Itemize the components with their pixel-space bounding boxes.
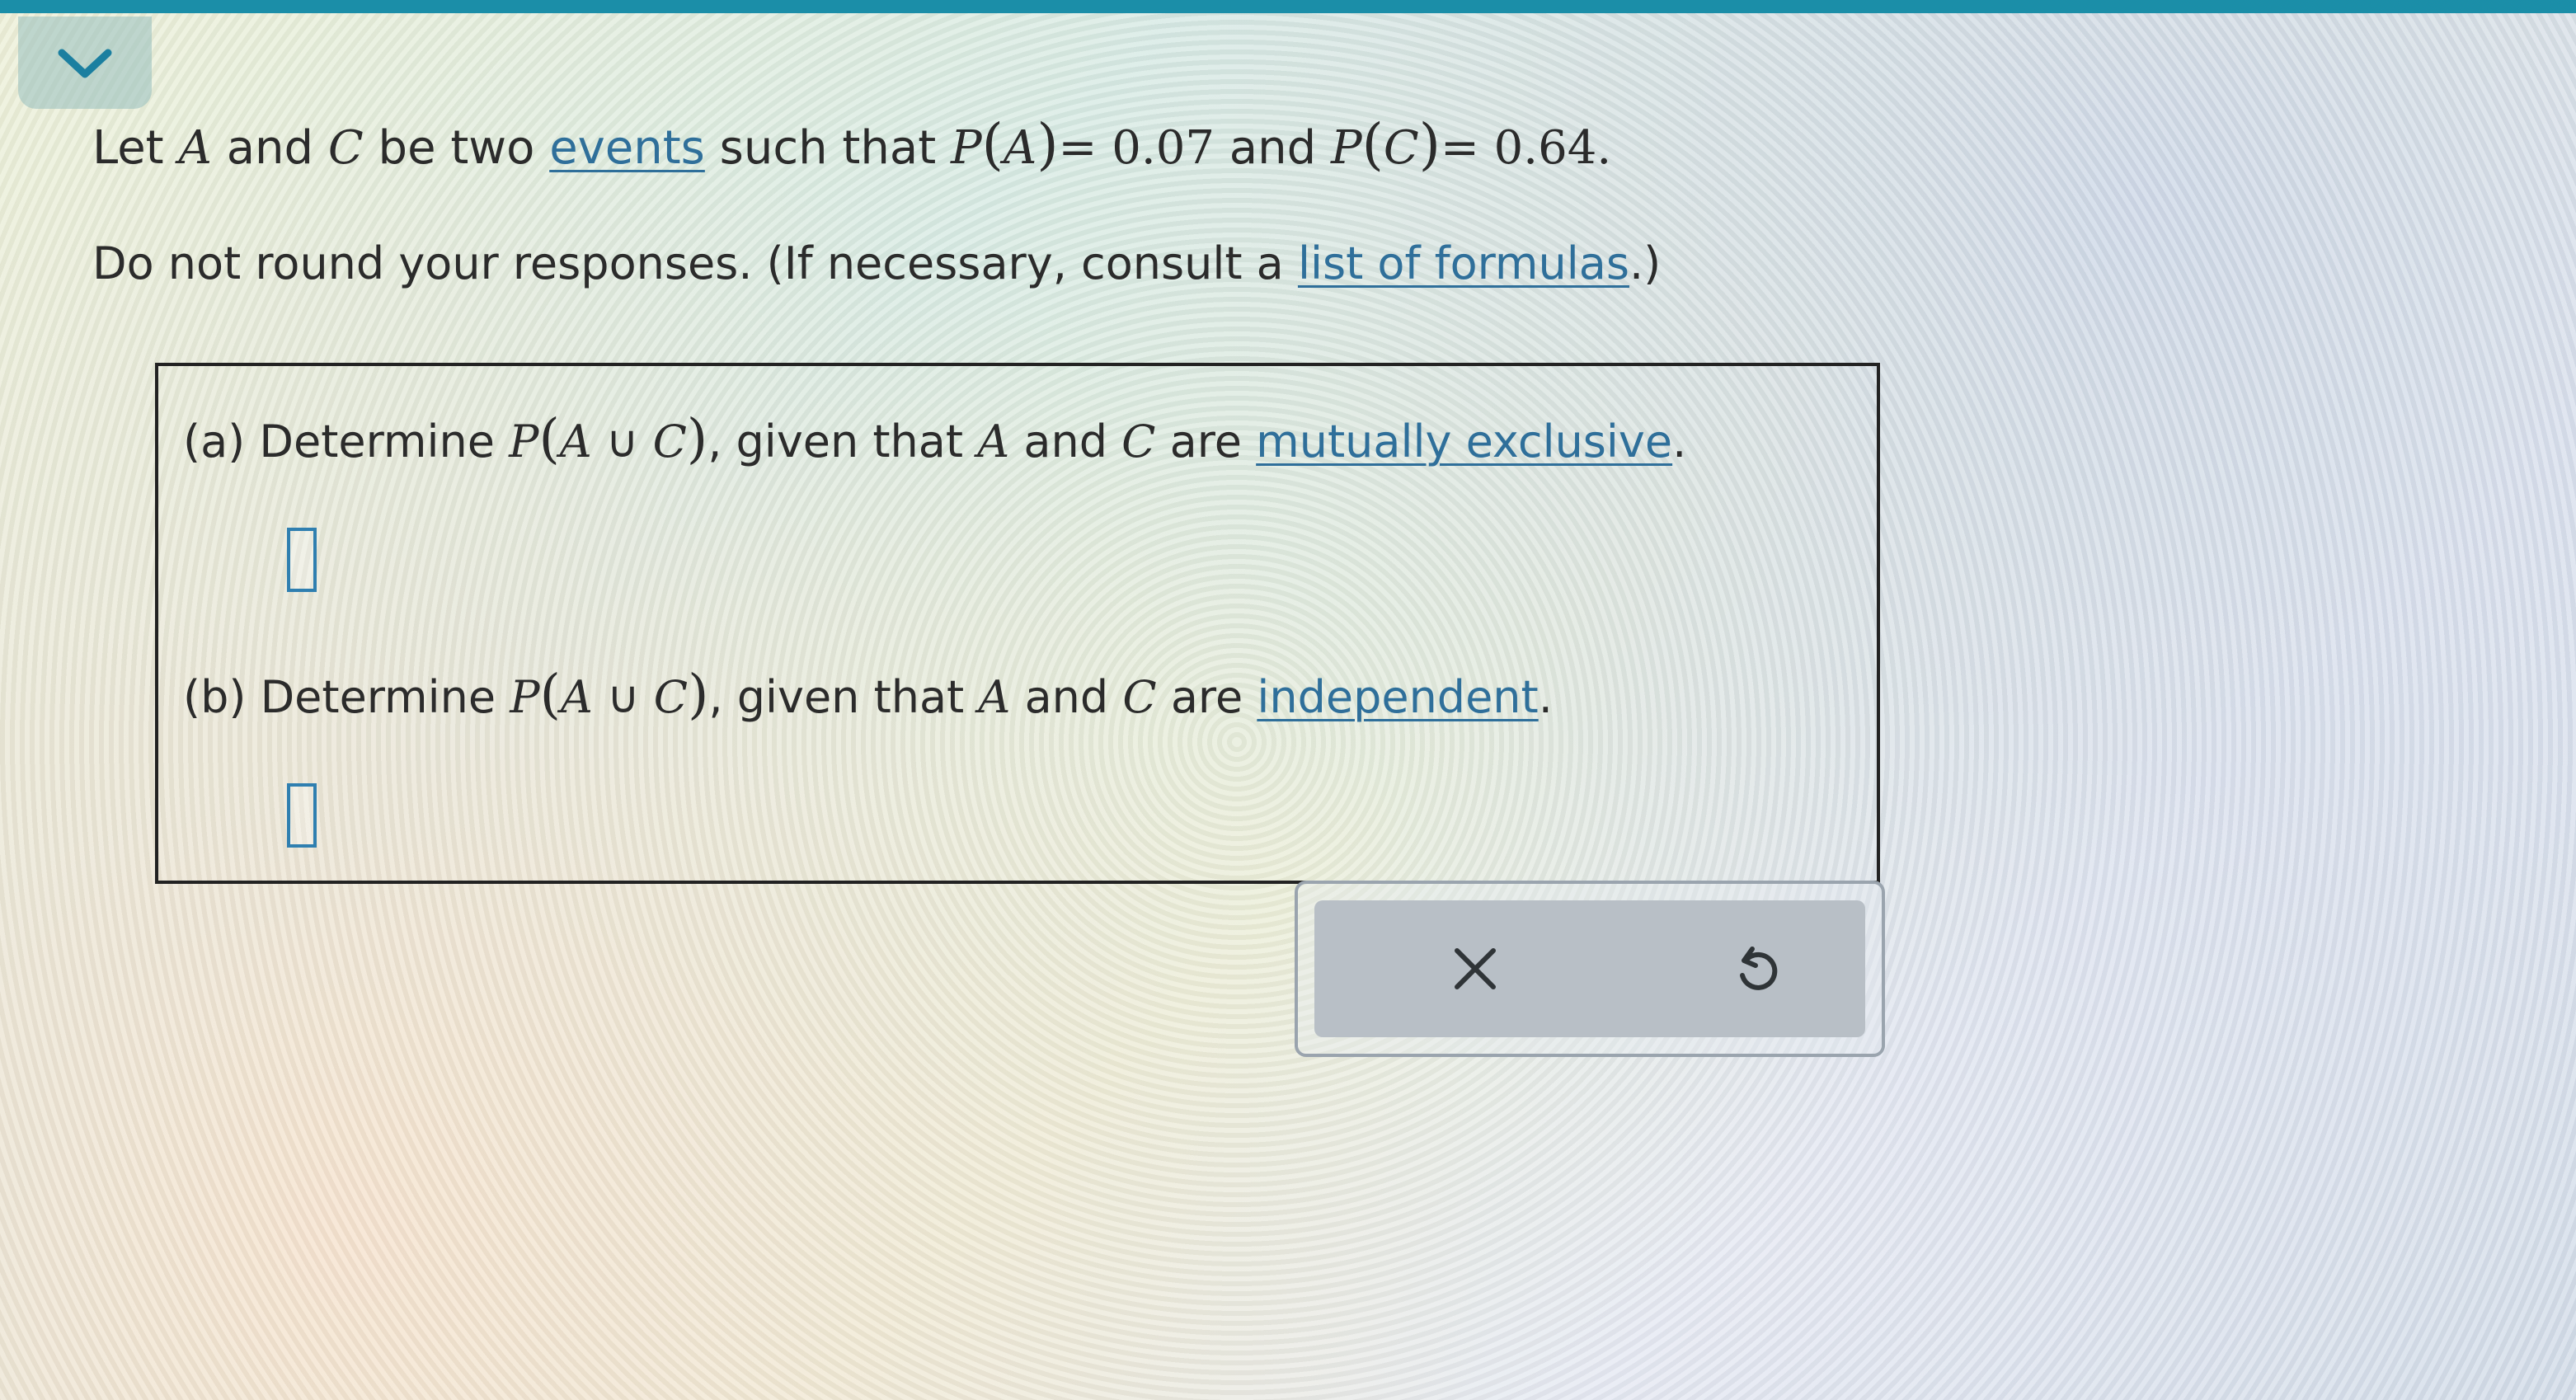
part-a-given-that: , given that [707,416,964,467]
intro-such-that: such that [719,121,937,175]
clear-button[interactable] [1438,932,1512,1006]
prob-a-value: = 0.07 [1058,121,1215,175]
close-icon [1455,948,1496,989]
part-a-union-c: C [652,416,687,467]
part-b-union-c: C [653,671,689,723]
answer-input-b[interactable] [287,783,317,848]
collapse-toggle-button[interactable] [18,16,152,109]
intro-let: Let [92,121,164,175]
paren-close: ) [688,664,709,726]
union-symbol: ∪ [605,416,639,467]
part-a-var-a: A [977,416,1010,467]
undo-button[interactable] [1718,932,1793,1006]
instruction-suffix: .) [1629,237,1662,289]
prob-a-var: A [1003,121,1037,175]
prob-c-p: P [1330,121,1362,175]
part-b-var-a: A [978,671,1011,723]
prob-c-var: C [1383,121,1419,175]
part-a-var-c: C [1121,416,1156,467]
intro-and: and [226,121,314,175]
intro-and-2: and [1229,121,1317,175]
part-a-p: P [509,416,539,467]
paren-close: ) [686,408,708,470]
answer-input-a[interactable] [287,528,317,592]
top-accent-bar [0,0,2576,13]
undo-icon [1740,947,1778,990]
part-b-union-a: A [560,671,593,723]
action-button-group [1314,900,1865,1037]
part-a-period: . [1672,416,1687,467]
part-a-prompt: (a) Determine P(A ∪ C), given that A and… [183,409,1686,475]
question-box: (a) Determine P(A ∪ C), given that A and… [155,363,1880,884]
part-b-prompt: (b) Determine P(A ∪ C), given that A and… [183,665,1553,731]
part-b-determine: Determine [260,671,496,723]
chevron-down-icon [58,49,112,78]
mutually-exclusive-link[interactable]: mutually exclusive [1256,416,1672,467]
part-b-var-c: C [1122,671,1157,723]
part-b-label: (b) [183,671,247,723]
list-of-formulas-link[interactable]: list of formulas [1298,237,1629,289]
part-a-determine: Determine [259,416,495,467]
part-b-and: and [1024,671,1109,723]
paren-open: ( [538,408,560,470]
events-link[interactable]: events [549,121,705,175]
union-symbol: ∪ [607,671,640,723]
answer-action-panel [1295,881,1885,1057]
independent-link[interactable]: independent [1257,671,1538,723]
math-var-c: C [327,121,364,175]
part-a-and: and [1023,416,1107,467]
part-a-union-a: A [559,416,592,467]
part-b-period: . [1538,671,1553,723]
instruction-text: Do not round your responses. (If necessa… [92,231,1661,297]
paren-open: ( [981,112,1004,176]
paren-open: ( [1361,112,1384,176]
prob-c-value: = 0.64. [1440,121,1612,175]
part-b-are: are [1170,671,1243,723]
problem-intro: Let A and C be two events such that P(A)… [92,115,1611,181]
part-b-p: P [510,671,540,723]
part-a-are: are [1169,416,1242,467]
paren-close: ) [1037,112,1059,176]
intro-be-two: be two [378,121,535,175]
instruction-body: Do not round your responses. (If necessa… [92,237,1284,289]
part-b-given-that: , given that [708,671,965,723]
part-a-label: (a) [183,416,246,467]
prob-a-p: P [950,121,982,175]
paren-open: ( [539,664,561,726]
math-var-a: A [178,121,212,175]
paren-close: ) [1418,112,1441,176]
